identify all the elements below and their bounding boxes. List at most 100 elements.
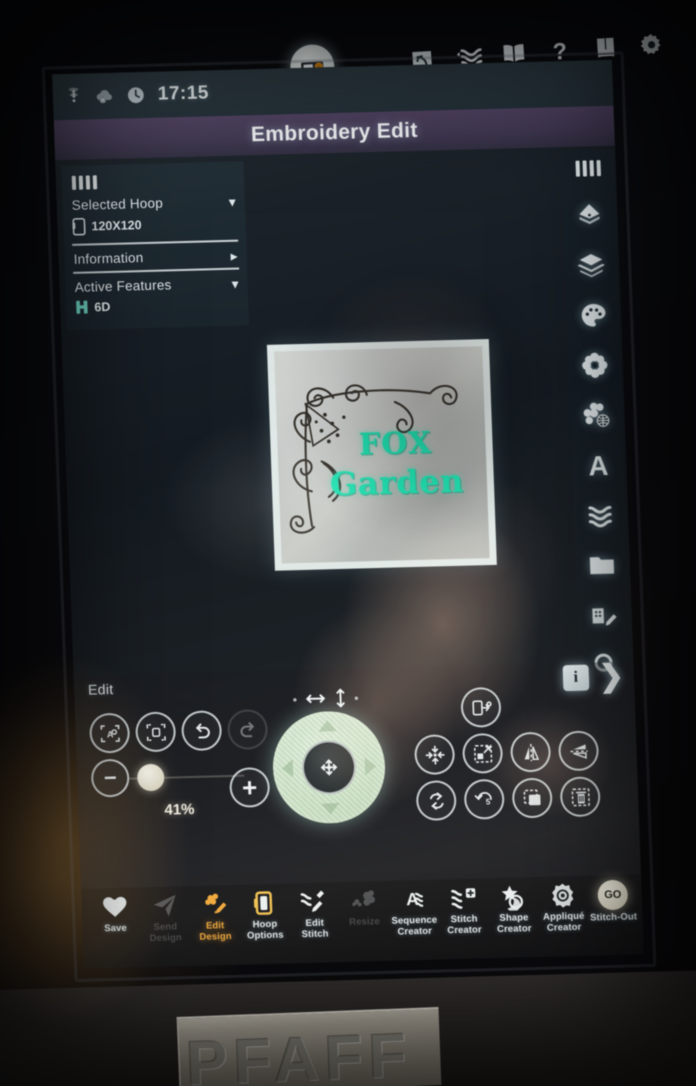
- manual-book-icon[interactable]: [591, 33, 621, 63]
- save-button[interactable]: Save: [89, 892, 140, 935]
- hoop-size-row: 120X120: [71, 211, 238, 241]
- select-all-icon[interactable]: A: [88, 712, 131, 754]
- send-design-button[interactable]: Send Design: [139, 891, 191, 944]
- zoom-out-label: −: [103, 764, 118, 791]
- active-features-label: Active Features: [74, 277, 172, 295]
- shape-creator-button[interactable]: Shape Creator: [488, 882, 540, 935]
- brand-plate: PFAFF: [176, 1006, 442, 1086]
- sequence-creator-label: Sequence Creator: [391, 914, 438, 938]
- color-palette-icon[interactable]: [577, 300, 608, 331]
- chevron-down-icon-2: ▾: [231, 275, 239, 292]
- move-horizontal-icon[interactable]: [304, 690, 327, 707]
- sequence-creator-button[interactable]: A Sequence Creator: [388, 885, 440, 938]
- rotate-icon[interactable]: [415, 780, 457, 822]
- zoom-slider-knob[interactable]: [136, 763, 165, 792]
- bottom-app-bar: Save Send Design Edit Design Hoop Option…: [81, 874, 644, 969]
- dpad-left-arrow[interactable]: [281, 759, 294, 778]
- delete-icon[interactable]: [559, 776, 601, 818]
- next-arrow-icon[interactable]: ❯: [598, 660, 624, 694]
- information-row[interactable]: Information ▸: [72, 246, 239, 269]
- dpad-right-arrow[interactable]: [364, 757, 377, 776]
- select-design-icon[interactable]: [134, 711, 177, 753]
- edit-stitch-button[interactable]: Edit Stitch: [289, 887, 341, 940]
- selected-hoop-label: Selected Hoop: [71, 195, 164, 213]
- sequence-icon: A: [399, 885, 428, 914]
- touchscreen: 17:15 Embroidery Edit Selected Hoop ▾ 12…: [41, 51, 657, 983]
- left-info-panel: Selected Hoop ▾ 120X120 Information ▸ Ac…: [61, 161, 250, 331]
- design-line-2: Garden: [329, 461, 465, 503]
- applique-creator-button[interactable]: Appliqué Creator: [538, 881, 590, 934]
- dpad-up-arrow[interactable]: [318, 720, 337, 732]
- applique-creator-label: Appliqué Creator: [542, 910, 585, 934]
- edit-stitch-label: Edit Stitch: [301, 917, 329, 940]
- dpad-down-arrow[interactable]: [321, 803, 340, 815]
- axis-dot-left: •: [292, 691, 298, 707]
- folder-icon[interactable]: [586, 550, 617, 581]
- design-preview-frame[interactable]: FOX Garden: [266, 339, 497, 571]
- hoop-fabric-icon[interactable]: [574, 200, 605, 231]
- center-design-icon[interactable]: [413, 734, 456, 776]
- shape-creator-icon: [499, 882, 528, 912]
- embroidery-filigree-icon: [289, 384, 458, 534]
- save-label: Save: [104, 922, 128, 935]
- redo-icon: [226, 708, 269, 750]
- move-to-hoop-icon[interactable]: [460, 686, 502, 728]
- info-button[interactable]: i: [562, 664, 590, 692]
- resize-button[interactable]: Resize: [338, 886, 389, 929]
- zoom-in-button[interactable]: +: [228, 766, 271, 808]
- design-canvas[interactable]: FOX Garden: [274, 346, 490, 564]
- hoop-icon: [250, 889, 279, 918]
- hoop-size-value: 120X120: [91, 218, 142, 234]
- move-vertical-icon[interactable]: [333, 687, 348, 709]
- chevron-down-icon: ▾: [228, 193, 236, 210]
- divider-1: [72, 239, 239, 246]
- rotate-reset-icon[interactable]: 5: [463, 778, 505, 820]
- send-design-label: Send Design: [149, 921, 183, 944]
- page-title: Embroidery Edit: [250, 118, 419, 147]
- scale-design-icon[interactable]: [461, 732, 504, 774]
- menu-bars-icon-right[interactable]: [574, 160, 601, 177]
- stitch-creator-icon: [449, 884, 478, 913]
- edit-design-button[interactable]: Edit Design: [189, 890, 241, 943]
- usb-pencil-icon[interactable]: [588, 600, 619, 631]
- right-toolbar: A: [561, 149, 633, 691]
- hoop-outline-icon: [72, 217, 86, 236]
- axis-icon-group: • •: [292, 687, 359, 711]
- photo-scene: PFAFF ? 17:15 Embroidery Edit Selected H…: [0, 0, 696, 1086]
- wifi-alert-icon: [62, 86, 85, 109]
- undo-icon[interactable]: [180, 710, 223, 752]
- duplicate-icon[interactable]: [511, 777, 553, 819]
- hoop-options-label: Hoop Options: [246, 918, 284, 942]
- edit-design-label: Edit Design: [199, 920, 232, 943]
- active-feature-row: 6D: [74, 293, 241, 320]
- mirror-vertical-icon[interactable]: [509, 731, 552, 773]
- stitch-creator-button[interactable]: Stitch Creator: [438, 883, 490, 936]
- design-text: FOX Garden: [274, 346, 490, 563]
- stitch-out-label: Stitch-Out: [589, 911, 638, 924]
- applique-icon: [548, 881, 577, 910]
- hoop-options-button[interactable]: Hoop Options: [239, 888, 291, 941]
- brand-name: PFAFF: [185, 1021, 414, 1086]
- edit-panel-label: Edit: [87, 680, 114, 698]
- gear-icon[interactable]: [637, 30, 667, 60]
- zoom-in-label: +: [241, 772, 258, 803]
- text-letter-a-icon[interactable]: A: [583, 450, 614, 482]
- stitch-zigzag-icon[interactable]: [585, 500, 616, 531]
- go-badge[interactable]: GO: [597, 879, 629, 911]
- navigation-dpad[interactable]: [271, 709, 388, 825]
- resize-icon: [349, 886, 378, 915]
- toprow-spacer: [352, 62, 390, 64]
- send-plane-icon: [150, 891, 179, 920]
- zoom-out-button[interactable]: −: [90, 758, 130, 798]
- menu-bars-icon[interactable]: [71, 172, 236, 190]
- flower-design-icon[interactable]: [579, 350, 610, 381]
- stitch-creator-label: Stitch Creator: [447, 913, 482, 936]
- mirror-horizontal-icon[interactable]: [557, 730, 600, 772]
- design-line-1: FOX: [358, 425, 433, 462]
- layers-icon[interactable]: [576, 250, 607, 281]
- zoom-percent-label: 41%: [164, 800, 195, 819]
- flower-globe-icon[interactable]: [581, 400, 612, 431]
- clock-time: 17:15: [157, 82, 210, 105]
- heart-icon: [100, 893, 129, 922]
- stitch-out-button[interactable]: GO Stitch-Out: [587, 879, 638, 924]
